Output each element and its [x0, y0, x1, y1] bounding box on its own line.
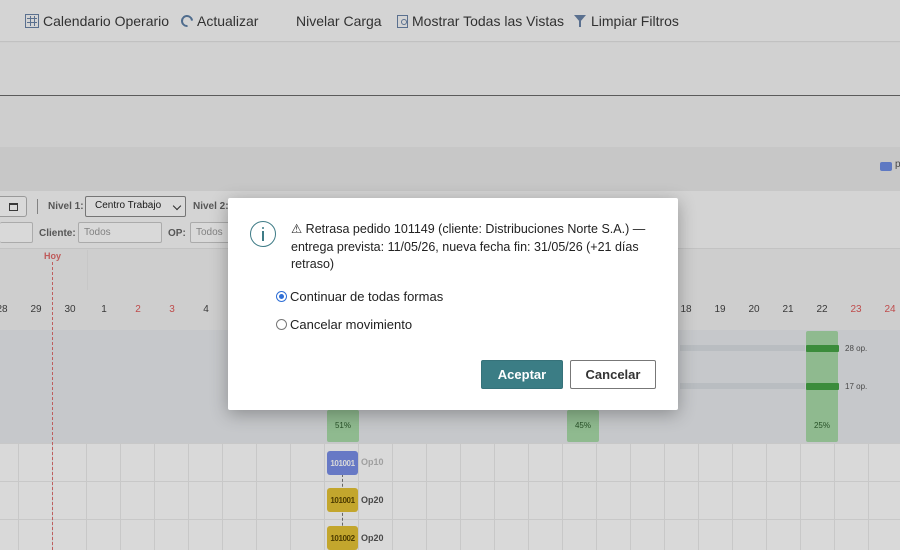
option-cancel-label: Cancelar movimiento: [290, 317, 413, 332]
option-continue[interactable]: Continuar de todas formas: [276, 289, 443, 304]
option-cancel[interactable]: Cancelar movimiento: [276, 317, 412, 332]
radio-cancel[interactable]: [276, 319, 287, 330]
cancel-button[interactable]: Cancelar: [570, 360, 656, 389]
info-icon: [250, 221, 276, 247]
accept-button[interactable]: Aceptar: [481, 360, 563, 389]
radio-continue[interactable]: [276, 291, 287, 302]
confirm-dialog: ⚠ Retrasa pedido 101149 (cliente: Distri…: [228, 198, 678, 410]
option-continue-label: Continuar de todas formas: [290, 289, 444, 304]
dialog-message: ⚠ Retrasa pedido 101149 (cliente: Distri…: [291, 222, 646, 271]
